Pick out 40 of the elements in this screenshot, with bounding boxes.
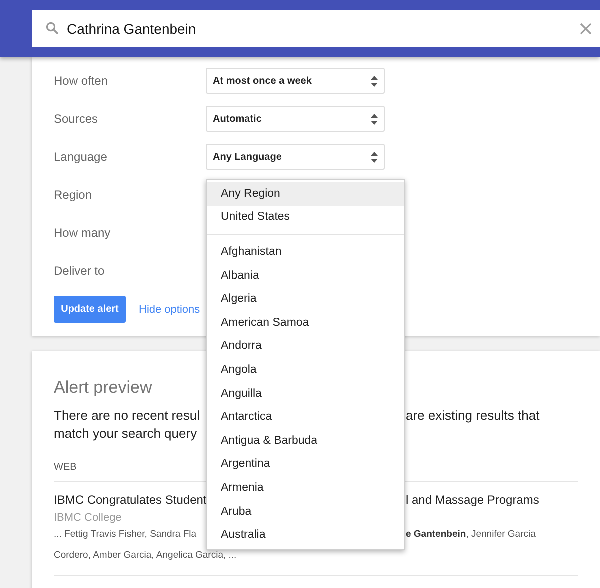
result-title[interactable]: IBMC Congratulates Student [54,491,207,509]
result-snippet: ... Fettig Travis Fisher, Sandra Fla [54,528,197,542]
region-option[interactable]: Afghanistan [207,240,404,264]
message-text: There are no recent resul [54,407,200,425]
region-option[interactable]: Antarctica [207,405,404,429]
up-down-caret-icon [371,152,378,162]
region-option[interactable]: Australia [207,523,404,547]
region-option[interactable]: Anguilla [207,382,404,406]
option-label: Region [54,188,94,202]
result-title[interactable]: l and Massage Programs [406,491,540,509]
region-option[interactable]: Angola [207,358,404,382]
option-label: Language [54,150,108,164]
region-option[interactable]: Antigua & Barbuda [207,428,404,453]
result-source: IBMC College [54,512,123,524]
region-option[interactable]: Andorra [207,334,404,358]
up-down-caret-icon [371,114,378,124]
option-label: Sources [54,112,100,126]
message-text: match your search query [54,425,198,443]
region-option[interactable]: Aruba [207,500,404,524]
region-option[interactable]: United States [207,206,404,230]
update-alert-button[interactable]: Update alert [54,296,126,323]
region-option[interactable]: Any Region [207,182,404,206]
option-label: How many [54,226,112,240]
region-option[interactable]: Algeria [207,287,404,311]
message-text: are existing results that [406,407,540,425]
select-field[interactable]: Automatic [206,106,385,132]
option-label: How often [54,74,110,88]
hide-options-link[interactable]: Hide options [139,304,200,316]
result-snippet: Cordero, Amber Garcia, Angelica Garcia, ... [54,549,237,563]
option-label: Deliver to [54,264,106,278]
result-snippet: e Gantenbein, Jennifer Garcia [406,528,536,542]
preview-title: Alert preview [54,378,152,398]
select-field[interactable]: Any Language [206,144,385,170]
select-field[interactable]: At most once a week [206,68,385,94]
up-down-caret-icon [371,76,378,86]
region-option[interactable]: Albania [207,264,404,288]
search-icon [46,22,59,35]
region-option[interactable]: American Samoa [207,310,404,335]
search-field[interactable]: Cathrina Gantenbein [32,10,600,47]
close-icon[interactable] [580,22,592,34]
